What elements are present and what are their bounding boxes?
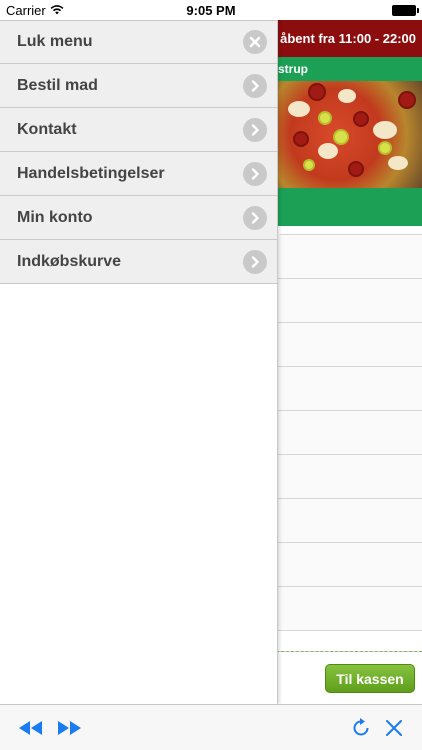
pizza-topping	[293, 131, 309, 147]
list-item[interactable]	[277, 279, 422, 323]
pizza-banner-image	[278, 81, 422, 188]
list-item[interactable]	[277, 455, 422, 499]
menu-item-cart[interactable]: Indkøbskurve	[0, 240, 277, 284]
menu-item-terms[interactable]: Handelsbetingelser	[0, 152, 277, 196]
status-left: Carrier	[6, 3, 64, 18]
menu-item-label: Kontakt	[17, 120, 77, 138]
product-list	[276, 234, 422, 652]
list-item[interactable]	[277, 411, 422, 455]
fast-forward-icon[interactable]	[56, 720, 82, 736]
opening-hours-text: vi åbent fra 11:00 - 22:00	[265, 31, 416, 46]
menu-item-close[interactable]: Luk menu	[0, 20, 277, 64]
menu-item-label: Handelsbetingelser	[17, 164, 165, 182]
wifi-icon	[50, 3, 64, 18]
pizza-topping	[388, 156, 408, 170]
menu-item-my-account[interactable]: Min konto	[0, 196, 277, 240]
menu-item-label: Min konto	[17, 208, 93, 226]
close-icon[interactable]	[243, 30, 267, 54]
pizza-topping	[333, 129, 349, 145]
list-item[interactable]	[277, 235, 422, 279]
pizza-topping	[318, 111, 332, 125]
close-icon[interactable]	[384, 718, 404, 738]
pizza-topping	[288, 101, 310, 117]
menu-item-order-food[interactable]: Bestil mad	[0, 64, 277, 108]
location-text: strup	[278, 62, 308, 76]
divider	[276, 651, 422, 652]
pizza-topping	[303, 159, 315, 171]
pizza-topping	[373, 121, 397, 139]
navigation-group	[18, 720, 82, 736]
side-menu: Luk menu Bestil mad Kontakt Handelsbetin…	[0, 20, 278, 704]
chevron-right-icon	[243, 249, 267, 274]
pizza-topping	[348, 161, 364, 177]
refresh-icon[interactable]	[350, 717, 372, 739]
menu-item-label: Luk menu	[17, 33, 93, 50]
list-item[interactable]	[277, 587, 422, 631]
pizza-topping	[353, 111, 369, 127]
menu-item-label: Indkøbskurve	[17, 252, 122, 270]
chevron-right-icon	[243, 117, 267, 142]
chevron-right-icon	[243, 161, 267, 186]
action-group	[350, 717, 404, 739]
pizza-topping	[308, 83, 326, 101]
list-item[interactable]	[277, 323, 422, 367]
pizza-topping	[338, 89, 356, 103]
checkout-button[interactable]: Til kassen	[325, 664, 415, 693]
menu-item-label: Bestil mad	[17, 76, 98, 94]
pizza-topping	[398, 91, 416, 109]
list-item[interactable]	[277, 367, 422, 411]
pizza-topping	[378, 141, 392, 155]
chevron-right-icon	[243, 205, 267, 230]
battery-icon	[392, 4, 419, 16]
status-bar: Carrier 9:05 PM	[0, 0, 422, 20]
browser-toolbar	[0, 704, 422, 750]
list-item[interactable]	[277, 543, 422, 587]
rewind-icon[interactable]	[18, 720, 44, 736]
menu-item-contact[interactable]: Kontakt	[0, 108, 277, 152]
list-item[interactable]	[277, 499, 422, 543]
carrier-label: Carrier	[6, 2, 46, 18]
chevron-right-icon	[243, 73, 267, 98]
pizza-topping	[318, 143, 338, 159]
